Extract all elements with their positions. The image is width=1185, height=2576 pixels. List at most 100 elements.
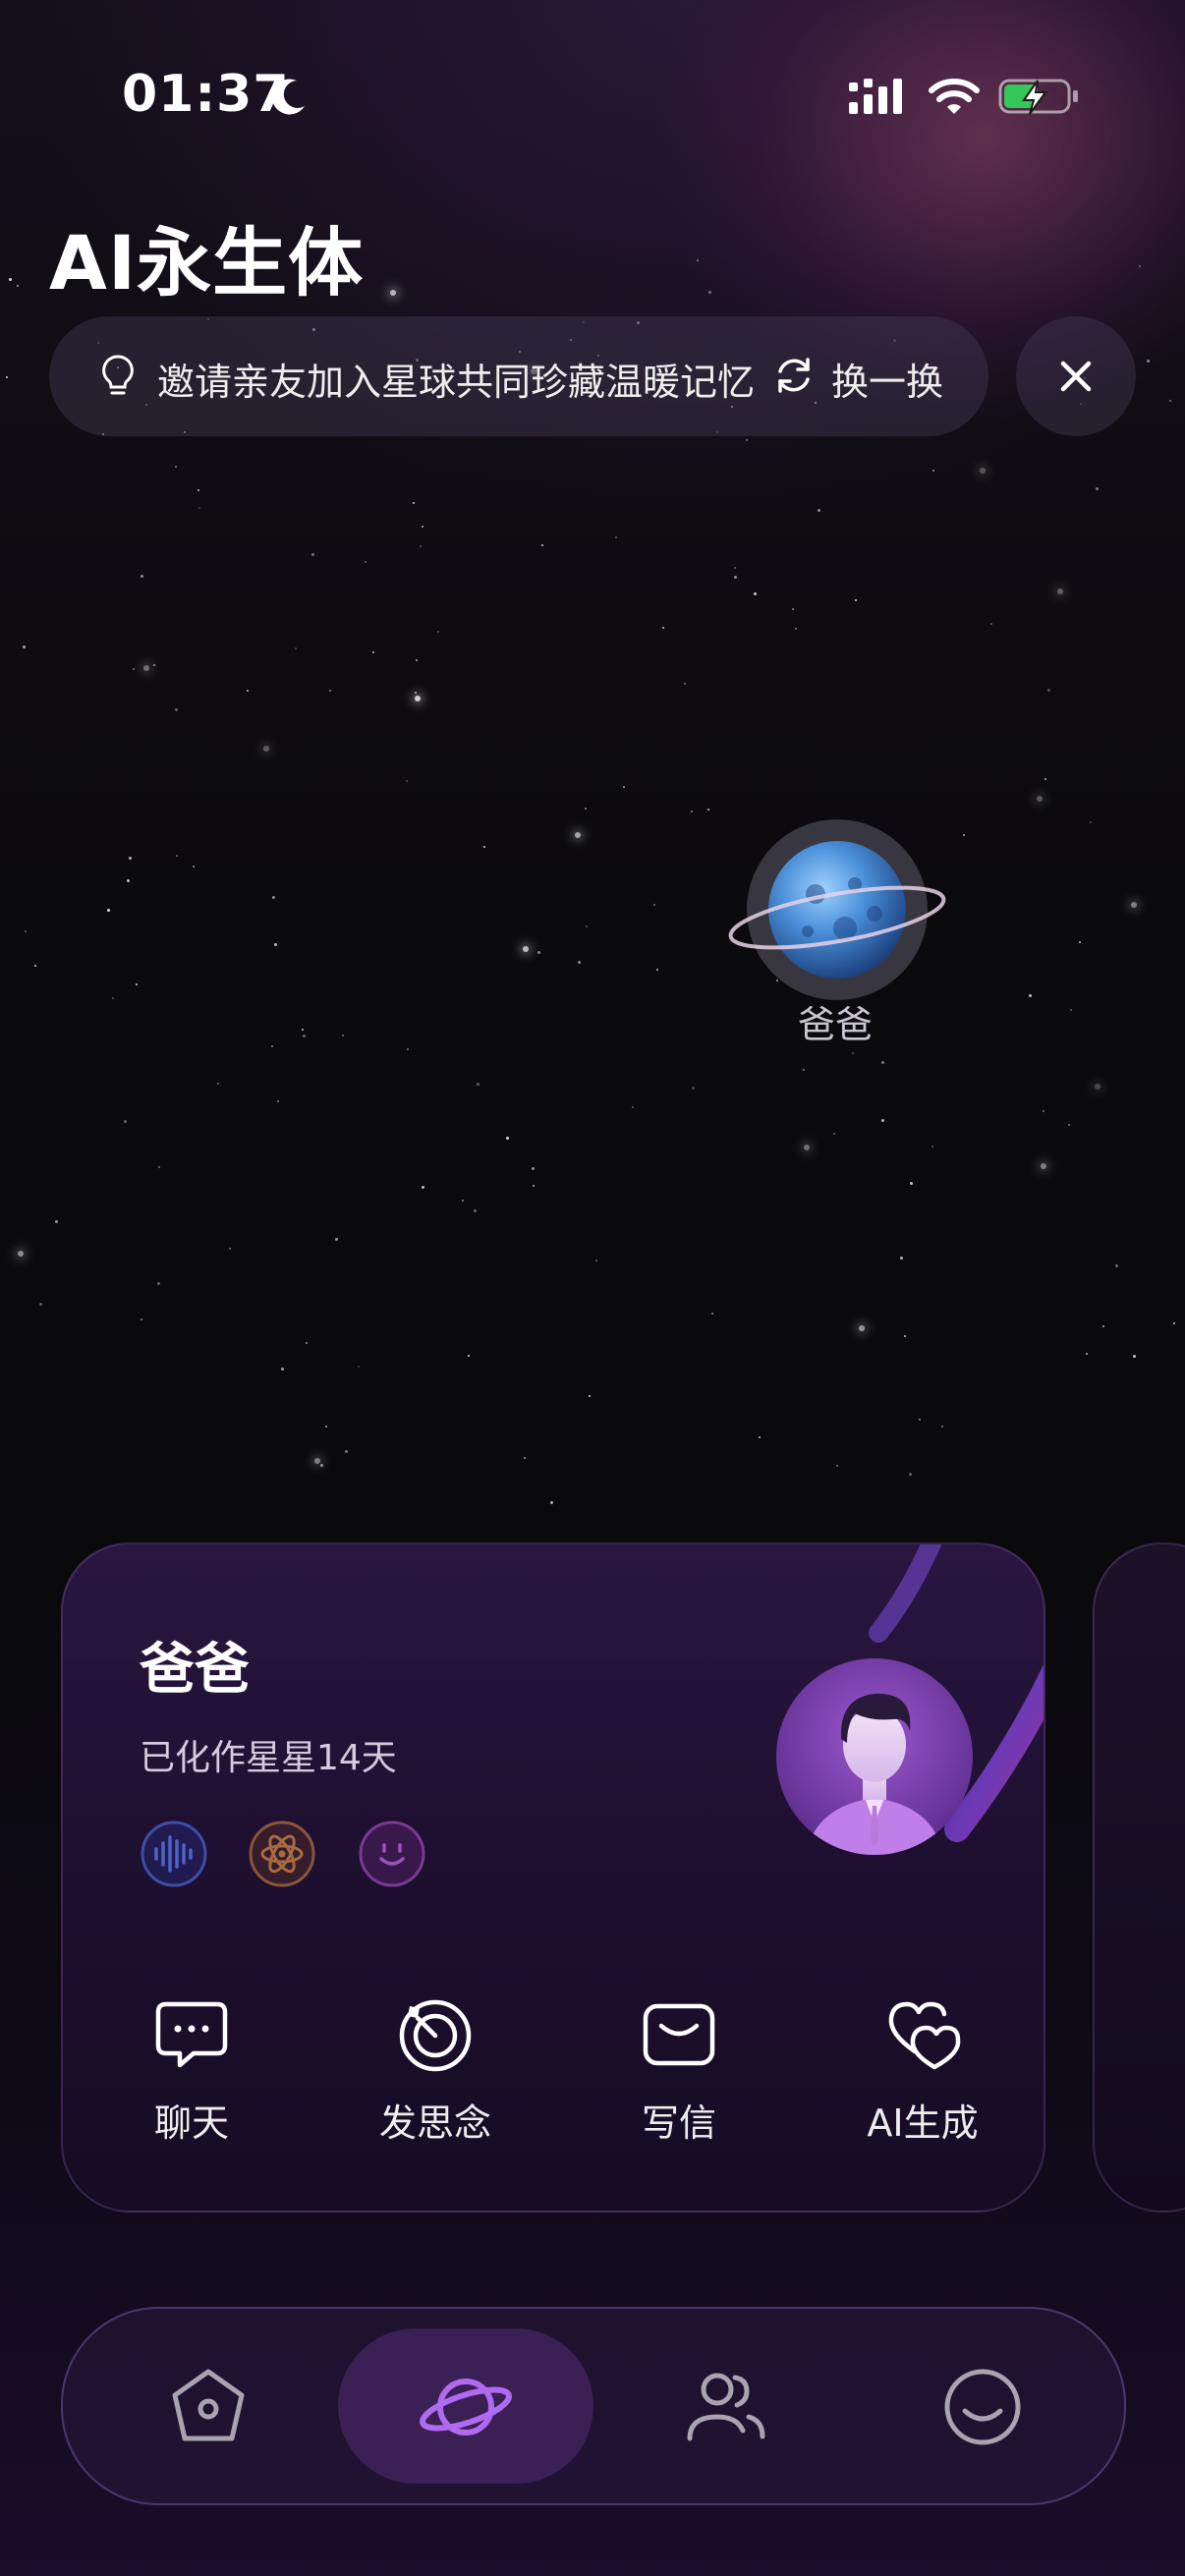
- star: [106, 909, 110, 913]
- double-heart-icon: [888, 2001, 961, 2070]
- star: [1046, 688, 1050, 692]
- star: [903, 1334, 906, 1337]
- status-time: 01:37: [122, 65, 290, 124]
- star: [270, 1044, 273, 1047]
- star: [691, 1086, 695, 1090]
- star: [754, 591, 758, 595]
- wifi-icon: [929, 79, 980, 114]
- star: [532, 1184, 535, 1187]
- people-icon[interactable]: [678, 2360, 772, 2454]
- star: [344, 1450, 348, 1454]
- invite-tip-bar[interactable]: 邀请亲友加入星球共同珍藏温暖记忆 换一换: [49, 316, 988, 436]
- star: [461, 1199, 464, 1202]
- star: [389, 290, 396, 297]
- star: [1036, 796, 1043, 803]
- memorial-card[interactable]: 爸爸 已化作星星14天 聊天 发思念 写信 AI生成: [61, 1542, 1045, 2212]
- star: [931, 469, 934, 472]
- planet-icon[interactable]: [419, 2360, 513, 2454]
- refresh-button[interactable]: 换一换: [831, 352, 943, 406]
- star: [371, 650, 374, 653]
- star: [614, 536, 617, 539]
- star: [655, 968, 658, 971]
- voice-wave-icon: [141, 1820, 207, 1887]
- star: [835, 1464, 838, 1467]
- star: [1172, 1321, 1175, 1324]
- star: [246, 689, 249, 692]
- home-icon[interactable]: [161, 2360, 255, 2454]
- star: [476, 1082, 480, 1086]
- star: [192, 865, 195, 868]
- refresh-icon[interactable]: [772, 354, 816, 397]
- star: [900, 1256, 904, 1260]
- next-card-peek[interactable]: [1093, 1542, 1185, 2212]
- mail-icon: [643, 2003, 715, 2066]
- star: [690, 810, 693, 812]
- star: [1168, 399, 1171, 402]
- card-name: 爸爸: [140, 1638, 250, 1702]
- battery-charging-icon: [998, 79, 1078, 115]
- star: [1102, 1324, 1105, 1327]
- star: [1138, 264, 1141, 267]
- star: [918, 1418, 921, 1421]
- close-tip-button[interactable]: [1016, 316, 1136, 436]
- star: [294, 646, 297, 649]
- send-missing-label: 发思念: [378, 2101, 491, 2145]
- lightbulb-icon: [102, 355, 134, 395]
- star: [17, 284, 19, 287]
- chat-label: 聊天: [153, 2101, 229, 2145]
- star: [979, 467, 986, 474]
- star: [406, 779, 408, 782]
- star: [817, 508, 820, 512]
- star: [320, 1463, 324, 1467]
- star: [880, 1118, 884, 1122]
- ai-generate-button[interactable]: AI生成: [839, 1992, 1006, 2147]
- star: [1040, 1162, 1046, 1169]
- star: [216, 1082, 219, 1085]
- star: [54, 1219, 58, 1223]
- star: [851, 1052, 854, 1055]
- star: [574, 831, 581, 838]
- smile-icon[interactable]: [935, 2360, 1030, 2454]
- planet-label: 爸爸: [797, 1003, 873, 1046]
- star: [341, 1034, 344, 1036]
- star: [123, 1119, 127, 1123]
- star: [175, 855, 178, 858]
- star: [1028, 993, 1032, 997]
- star: [364, 560, 367, 563]
- star: [6, 375, 9, 378]
- star: [140, 574, 143, 578]
- write-letter-button[interactable]: 写信: [595, 1992, 762, 2147]
- star: [419, 544, 422, 547]
- star: [1078, 940, 1081, 943]
- bottom-nav: [61, 2307, 1126, 2505]
- star: [505, 1137, 509, 1141]
- card-subtitle: 已化作星星14天: [140, 1738, 397, 1778]
- star: [880, 1060, 884, 1064]
- star: [228, 1247, 231, 1250]
- star: [584, 807, 587, 810]
- send-missing-button[interactable]: 发思念: [352, 1992, 519, 2147]
- star: [303, 1034, 307, 1037]
- star: [631, 1106, 634, 1109]
- star: [111, 996, 114, 999]
- person-avatar-icon: [776, 1658, 973, 1855]
- star: [710, 1312, 713, 1315]
- write-letter-label: 写信: [641, 2101, 716, 2145]
- ai-generate-label: AI生成: [867, 2101, 979, 2145]
- chat-button[interactable]: 聊天: [108, 1992, 275, 2147]
- star: [34, 964, 37, 967]
- target-send-icon: [399, 1999, 472, 2072]
- star: [585, 924, 588, 927]
- star: [416, 658, 419, 661]
- star: [707, 290, 711, 294]
- avatar[interactable]: [776, 1658, 973, 1855]
- moon-icon: [271, 79, 305, 115]
- chat-bubble-icon: [155, 2001, 228, 2068]
- star: [1042, 1110, 1044, 1113]
- star: [306, 1341, 309, 1344]
- smile-face-icon: [359, 1820, 425, 1887]
- star: [653, 903, 655, 906]
- star: [1056, 588, 1063, 594]
- star: [23, 644, 27, 648]
- star: [622, 785, 625, 788]
